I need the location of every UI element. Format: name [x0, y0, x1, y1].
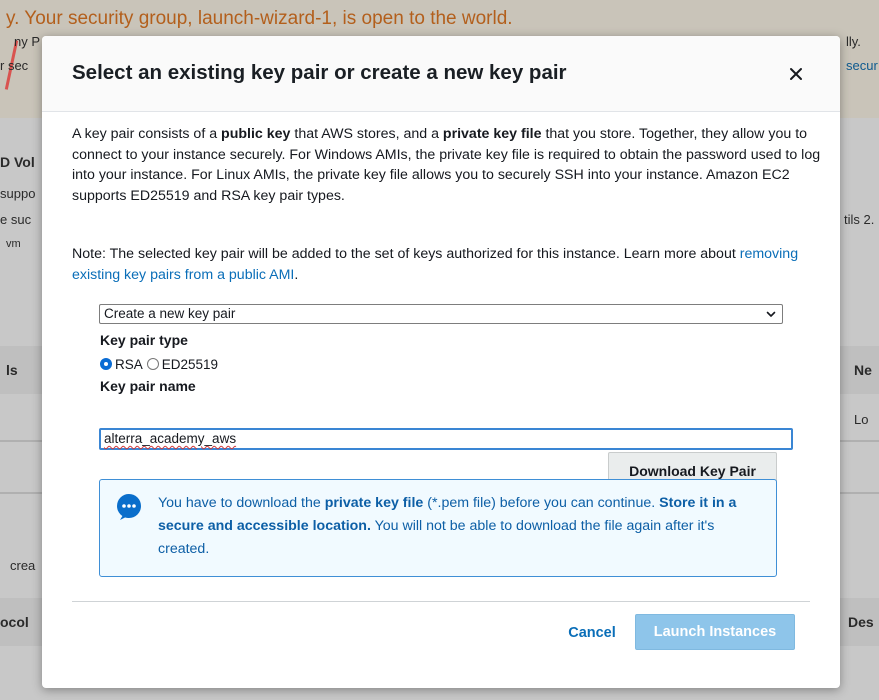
bg-text-fragment: vm	[6, 238, 21, 250]
info-message: You have to download the private key fil…	[158, 495, 737, 557]
radio-rsa-label[interactable]: RSA	[115, 357, 143, 372]
key-pair-name-input[interactable]: alterra_academy_aws	[99, 428, 793, 450]
private-key-emphasis: private key file	[442, 126, 542, 142]
public-key-emphasis: public key	[221, 126, 291, 142]
modal-title: Select an existing key pair or create a …	[72, 61, 567, 84]
bg-text-fragment: tils 2.	[844, 212, 875, 227]
key-pair-type-label: Key pair type	[100, 332, 188, 348]
key-pair-type-radios: RSA ED25519	[100, 355, 222, 373]
key-pair-name-label: Key pair name	[100, 378, 196, 394]
bg-column-header: ls	[6, 362, 18, 378]
security-warning-title: y. Your security group, launch-wizard-1,…	[6, 8, 513, 29]
launch-instances-button[interactable]: Launch Instances	[635, 614, 795, 650]
select-value: Create a new key pair	[104, 306, 236, 321]
info-alert: You have to download the private key fil…	[99, 479, 777, 577]
radio-ed25519-label[interactable]: ED25519	[162, 357, 218, 372]
bg-text-fragment: lly.	[846, 34, 861, 49]
bg-text-fragment: crea	[10, 558, 36, 573]
bg-text-fragment: ny P	[14, 34, 41, 49]
cancel-button[interactable]: Cancel	[560, 616, 624, 650]
bg-text-fragment: suppo	[0, 186, 36, 201]
intro-paragraph: A key pair consists of a public key that…	[72, 126, 821, 204]
note-paragraph: Note: The selected key pair will be adde…	[72, 246, 799, 283]
bg-text-fragment: e suc	[0, 212, 32, 227]
close-icon[interactable]	[789, 67, 803, 81]
bg-section-heading: D Vol	[0, 154, 35, 170]
close-button[interactable]	[782, 60, 810, 88]
chat-bubble-icon	[117, 494, 141, 520]
footer-divider	[72, 601, 810, 602]
bg-table-cell: Lo	[854, 412, 869, 427]
bg-column-header: Ne	[854, 362, 872, 378]
radio-ed25519[interactable]	[146, 358, 159, 370]
chevron-down-icon	[766, 311, 776, 317]
modal-header: Select an existing key pair or create a …	[42, 36, 840, 112]
radio-rsa[interactable]	[100, 358, 112, 370]
bg-link-fragment: secur	[846, 58, 878, 73]
bg-column-header: Des	[848, 614, 874, 630]
bg-text-fragment: r sec	[0, 58, 29, 73]
key-pair-modal: Select an existing key pair or create a …	[42, 36, 840, 688]
bg-column-header: ocol	[0, 614, 29, 630]
key-pair-select[interactable]: Create a new key pair	[99, 304, 783, 324]
